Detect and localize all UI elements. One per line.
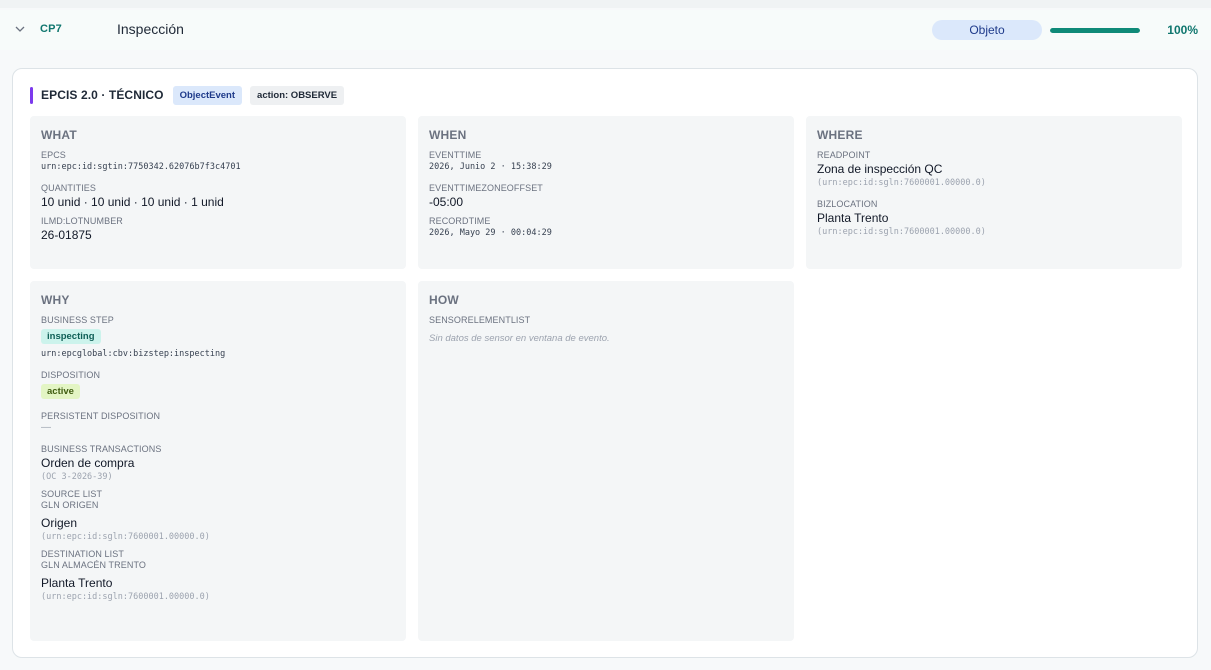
what-heading: WHAT [41,128,77,142]
bizstep-label: BUSINESS STEP [41,315,114,325]
transactions-value: Orden de compra [41,456,135,470]
progress-fill [1050,28,1140,33]
when-heading: WHEN [429,128,467,142]
type-badge: Objeto [932,20,1042,40]
eventtime-value: 2026, Junio 2 · 15:38:29 [429,162,552,172]
why-panel: WHY BUSINESS STEP inspecting urn:epcglob… [30,281,406,641]
epcs-value: urn:epc:id:sgtin:7750342.62076b7f3c4701 [41,162,241,172]
checkpoint-code: CP7 [40,23,62,35]
how-heading: HOW [429,293,459,307]
readpoint-value: Zona de inspección QC [817,162,943,176]
sensor-label: SENSORELEMENTLIST [429,315,531,325]
lot-label: ILMD:LOTNUMBER [41,216,123,226]
dest-sub: GLN ALMACÉN TRENTO [41,560,146,570]
chevron-down-icon[interactable] [14,23,26,35]
how-panel: HOW SENSORELEMENTLIST Sin datos de senso… [418,281,794,641]
top-divider [0,0,1211,8]
transactions-label: BUSINESS TRANSACTIONS [41,444,162,454]
what-panel: WHAT EPCS urn:epc:id:sgtin:7750342.62076… [30,116,406,269]
recordtime-value: 2026, Mayo 29 · 00:04:29 [429,228,552,238]
source-label: SOURCE LIST [41,489,103,499]
why-heading: WHY [41,293,70,307]
recordtime-label: RECORDTIME [429,216,491,226]
quantities-value: 10 unid · 10 unid · 10 unid · 1 unid [41,195,224,209]
bizlocation-value: Planta Trento [817,211,889,225]
tz-value: -05:00 [429,195,464,209]
transactions-ref: (OC 3-2026-39) [41,472,113,482]
tz-label: EVENTTIMEZONEOFFSET [429,183,543,193]
progress-bar [1050,28,1140,33]
source-urn: (urn:epc:id:sgln:7600001.00000.0) [41,532,210,542]
sensor-empty-message: Sin datos de sensor en ventana de evento… [429,333,610,344]
where-heading: WHERE [817,128,863,142]
card-title: EPCIS 2.0 · TÉCNICO [41,88,164,102]
epcs-label: EPCS [41,150,66,160]
checkpoint-title: Inspección [117,21,184,37]
source-value: Origen [41,516,78,530]
persistent-value: — [41,422,51,433]
where-panel: WHERE READPOINT Zona de inspección QC (u… [806,116,1182,269]
accent-bar [30,86,33,104]
checkpoint-row[interactable]: CP7 Inspección Objeto 100% [0,10,1211,50]
eventtime-label: EVENTTIME [429,150,482,160]
readpoint-label: READPOINT [817,150,871,160]
dest-value: Planta Trento [41,576,113,590]
action-tag: action: OBSERVE [250,85,345,105]
event-type-tag: ObjectEvent [172,85,243,105]
dest-label: DESTINATION LIST [41,549,124,559]
epcis-card: EPCIS 2.0 · TÉCNICO ObjectEvent action: … [12,68,1198,658]
dest-urn: (urn:epc:id:sgln:7600001.00000.0) [41,592,210,602]
quantities-label: QUANTITIES [41,183,97,193]
disposition-badge: active [41,384,80,399]
bizstep-urn: urn:epcglobal:cbv:bizstep:inspecting [41,349,226,359]
bizlocation-label: BIZLOCATION [817,199,878,209]
card-header: EPCIS 2.0 · TÉCNICO ObjectEvent action: … [30,85,345,105]
progress-percent: 100% [1167,23,1198,37]
when-panel: WHEN EVENTTIME 2026, Junio 2 · 15:38:29 … [418,116,794,269]
readpoint-urn: (urn:epc:id:sgln:7600001.00000.0) [817,178,986,188]
source-sub: GLN ORIGEN [41,500,99,510]
disposition-label: DISPOSITION [41,370,101,380]
bizlocation-urn: (urn:epc:id:sgln:7600001.00000.0) [817,227,986,237]
lot-value: 26-01875 [41,228,92,242]
persistent-label: PERSISTENT DISPOSITION [41,411,161,421]
bizstep-badge: inspecting [41,329,101,344]
